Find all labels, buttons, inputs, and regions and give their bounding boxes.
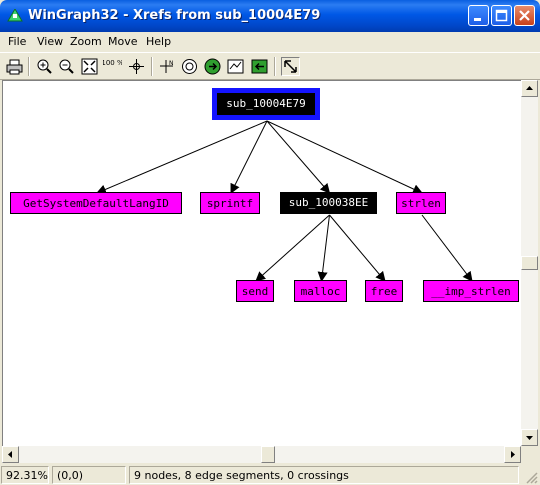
close-icon (519, 10, 530, 21)
toolbar: 100 % N (0, 52, 540, 80)
resize-grip-icon[interactable] (524, 470, 538, 484)
minimize-icon (474, 18, 481, 21)
zoom-out-button[interactable] (57, 57, 76, 76)
zoom-100-button[interactable]: 100 % (101, 57, 124, 76)
graph-edge (421, 214, 473, 282)
graph-node[interactable]: sub_100038EE (280, 192, 377, 214)
graph-edges (96, 120, 473, 282)
graph-node[interactable]: send (236, 280, 274, 302)
arrow-down-icon (526, 436, 533, 440)
go-back-icon (251, 59, 268, 74)
status-bar: 92.31% (0,0) 9 nodes, 8 edge segments, 0… (0, 464, 540, 485)
go-button[interactable] (203, 57, 222, 76)
radar-button[interactable] (180, 57, 199, 76)
vertical-scrollbar[interactable] (521, 80, 538, 446)
menu-move[interactable]: Move (108, 35, 138, 48)
print-button[interactable] (5, 57, 24, 76)
graph-edge (266, 120, 423, 194)
graph-edge (96, 120, 268, 195)
graph-canvas[interactable]: sub_10004E79 GetSystemDefaultLangID spri… (2, 80, 521, 447)
graph-node-root[interactable]: sub_10004E79 (212, 88, 320, 120)
scroll-left-button[interactable] (2, 446, 19, 463)
status-info: 9 nodes, 8 edge segments, 0 crossings (129, 466, 519, 484)
fit-window-icon (81, 58, 98, 75)
status-zoom: 92.31% (1, 466, 49, 484)
zoom-in-icon (37, 59, 52, 74)
scroll-up-button[interactable] (521, 80, 538, 97)
graph-node[interactable]: __imp_strlen (423, 280, 519, 302)
scroll-right-button[interactable] (504, 446, 521, 463)
zoom-100-icon: 100 % (101, 59, 124, 67)
graph-node[interactable]: sprintf (200, 192, 260, 214)
menu-help[interactable]: Help (146, 35, 171, 48)
radar-icon (182, 59, 197, 74)
maximize-button[interactable] (491, 5, 512, 26)
menu-file[interactable]: File (8, 35, 26, 48)
layout-button[interactable] (226, 57, 245, 76)
graph-edge (317, 214, 330, 282)
graph-node[interactable]: free (365, 280, 403, 302)
status-coords: (0,0) (52, 466, 126, 484)
minimize-button[interactable] (468, 5, 489, 26)
graph-edge (266, 120, 331, 194)
maximize-icon (495, 9, 508, 22)
horizontal-scrollbar[interactable] (2, 446, 521, 463)
arrow-left-icon (8, 451, 12, 458)
svg-text:100 %: 100 % (103, 59, 122, 67)
graph-node[interactable]: malloc (294, 280, 347, 302)
arrow-up-icon (526, 86, 533, 90)
menu-zoom[interactable]: Zoom (70, 35, 102, 48)
menu-bar: File View Zoom Move Help (0, 32, 540, 51)
layout-icon (227, 59, 244, 74)
svg-text:N: N (169, 60, 174, 67)
fit-window-button[interactable] (80, 57, 99, 76)
go-back-button[interactable] (250, 57, 269, 76)
zoom-in-button[interactable] (35, 57, 54, 76)
arrow-right-icon (511, 451, 515, 458)
graph-edge (255, 214, 330, 282)
zoom-out-icon (59, 59, 74, 74)
pointer-arrow-icon (284, 60, 297, 73)
window-title: WinGraph32 - Xrefs from sub_10004E79 (28, 8, 321, 23)
scroll-corner (521, 446, 538, 463)
pointer-button[interactable] (281, 57, 300, 76)
scroll-down-button[interactable] (521, 429, 538, 446)
horizontal-scroll-thumb[interactable] (261, 446, 275, 463)
title-bar[interactable]: WinGraph32 - Xrefs from sub_10004E79 (0, 0, 540, 32)
graph-edge (230, 120, 268, 194)
close-button[interactable] (514, 5, 535, 26)
graph-node[interactable]: GetSystemDefaultLangID (10, 192, 182, 214)
center-icon (129, 59, 144, 74)
vertical-scroll-thumb[interactable] (521, 256, 538, 270)
origin-icon: N (160, 60, 174, 73)
origin-button[interactable]: N (157, 57, 176, 76)
go-icon (204, 58, 221, 75)
graph-edge (329, 214, 386, 282)
print-icon (6, 59, 23, 75)
center-button[interactable] (127, 57, 146, 76)
app-icon (7, 9, 23, 22)
graph-node[interactable]: strlen (396, 192, 446, 214)
menu-view[interactable]: View (37, 35, 63, 48)
